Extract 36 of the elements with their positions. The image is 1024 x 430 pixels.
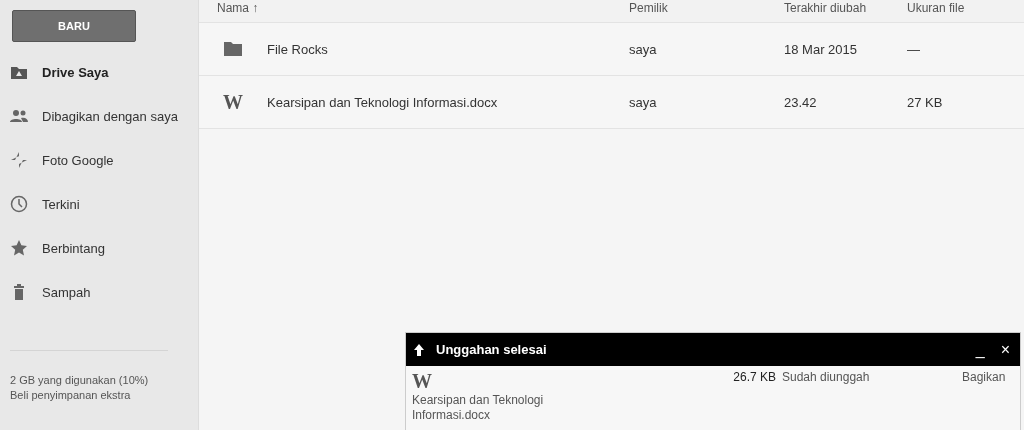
new-button[interactable]: BARU bbox=[12, 10, 136, 42]
close-button[interactable]: × bbox=[998, 340, 1012, 359]
shared-icon bbox=[10, 107, 28, 125]
owner-cell-text: saya bbox=[629, 41, 658, 57]
starred-icon bbox=[10, 239, 28, 257]
minimize-button[interactable]: _ bbox=[973, 340, 987, 359]
document-icon: W bbox=[412, 370, 432, 393]
share-link[interactable]: Bagikan bbox=[962, 370, 1016, 423]
upload-status: Sudah diunggah bbox=[782, 370, 871, 386]
modified-cell-text: 23.42 bbox=[784, 94, 818, 110]
upload-arrow-icon bbox=[414, 343, 424, 356]
size-cell-text: 27 KB bbox=[907, 94, 944, 110]
recent-icon bbox=[10, 195, 28, 213]
owner-cell-text: saya bbox=[629, 94, 658, 110]
size-cell-text: — bbox=[907, 41, 921, 57]
sidebar-item[interactable]: Foto Google bbox=[0, 138, 198, 182]
document-icon: W bbox=[223, 90, 243, 114]
sidebar-item[interactable]: Sampah bbox=[0, 270, 198, 314]
panel-title: Unggahan selesai bbox=[436, 342, 548, 357]
photos-icon bbox=[10, 151, 28, 169]
sidebar-item[interactable]: Terkini bbox=[0, 182, 198, 226]
folder-icon bbox=[224, 42, 242, 56]
upload-file-name: Kearsipan dan Teknologi Informasi.docx bbox=[412, 393, 545, 423]
storage-text: 2 GB yang digunakan (10%) bbox=[10, 373, 150, 388]
file-name[interactable]: Kearsipan dan Teknologi Informasi.docx bbox=[267, 94, 629, 110]
buy-storage-link[interactable]: Beli penyimpanan ekstra bbox=[10, 389, 198, 401]
column-header[interactable]: Pemilik bbox=[629, 1, 784, 15]
sidebar-item[interactable]: Berbintang bbox=[0, 226, 198, 270]
file-name[interactable]: File Rocks bbox=[267, 41, 629, 57]
column-header[interactable]: Terakhir diubah bbox=[784, 1, 907, 15]
sidebar-item[interactable]: Dibagikan dengan saya bbox=[0, 94, 198, 138]
upload-size: 26.7 KB bbox=[732, 370, 777, 386]
modified-cell-text: 18 Mar 2015 bbox=[784, 41, 858, 57]
column-header[interactable]: Ukuran file bbox=[907, 1, 1024, 15]
sidebar-item[interactable]: Drive Saya bbox=[0, 50, 198, 94]
column-header[interactable]: Nama ↑ bbox=[199, 1, 629, 15]
